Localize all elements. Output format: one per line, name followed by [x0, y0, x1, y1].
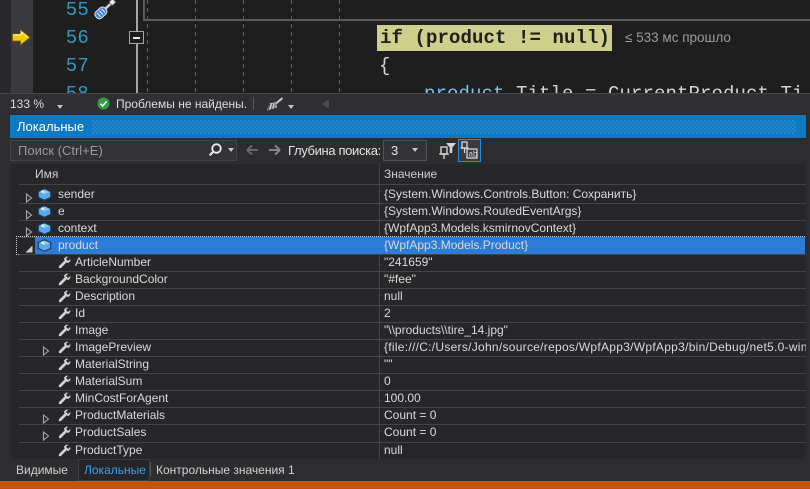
svg-text:ab: ab	[469, 150, 478, 159]
